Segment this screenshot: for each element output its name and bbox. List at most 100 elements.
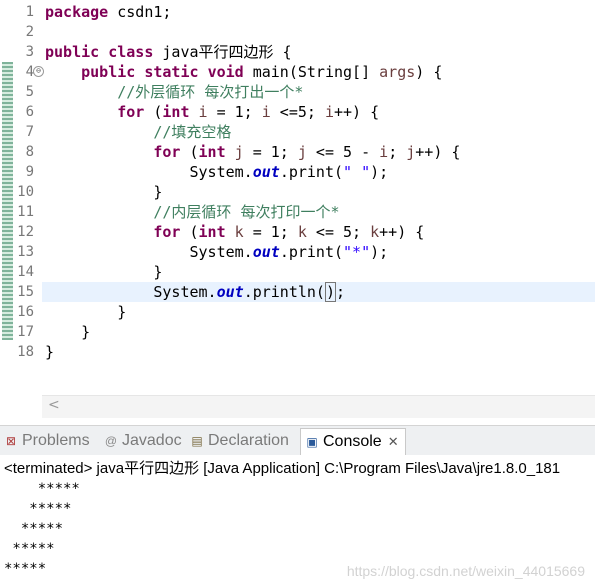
code-token: j xyxy=(297,143,307,161)
tab-label: Javadoc xyxy=(122,432,182,449)
code-token: ; xyxy=(336,283,346,301)
code-line: System.out.println(); xyxy=(45,282,345,302)
javadoc-icon: @ xyxy=(104,434,118,448)
code-editor[interactable]: 1 2 3 4 5 6 7 8 9 10 11 12 13 14 15 16 17 18 package csdn… xyxy=(0,0,595,420)
code-token: } xyxy=(45,343,55,361)
code-token: csdn1; xyxy=(108,3,172,21)
code-token: main(String[] xyxy=(243,63,380,81)
line-number: 14 xyxy=(17,264,34,280)
console-view[interactable]: <terminated> java平行四边形 [Java Application… xyxy=(0,455,595,587)
code-token: ++) { xyxy=(334,103,380,121)
code-token: void xyxy=(207,63,244,81)
code-token: java平行四边形 { xyxy=(153,43,292,61)
code-token: ) { xyxy=(415,63,443,81)
line-number: 5 xyxy=(25,84,34,100)
code-token: ); xyxy=(370,163,389,181)
code-line: package csdn1; xyxy=(45,2,171,22)
line-number: 15 xyxy=(17,284,34,300)
watermark: https://blog.csdn.net/weixin_44015669 xyxy=(346,563,585,579)
line-number: 18 xyxy=(17,344,34,360)
code-line: } xyxy=(45,342,54,362)
code-token: ( xyxy=(180,223,199,241)
line-number: 1 xyxy=(25,4,34,20)
code-token: ( xyxy=(180,143,199,161)
console-output-line: ***** xyxy=(4,541,55,557)
tab-label: Console xyxy=(323,433,382,450)
code-token: //内层循环 每次打印一个* xyxy=(153,203,340,221)
code-token: args xyxy=(379,63,416,81)
code-token: = 1; xyxy=(207,103,262,121)
line-number: 6 xyxy=(25,104,34,120)
code-token: ); xyxy=(370,243,389,261)
tab-javadoc[interactable]: @ Javadoc xyxy=(104,430,182,452)
console-output-line: ***** xyxy=(4,561,47,577)
code-token: = 1; xyxy=(243,143,298,161)
code-token: k xyxy=(370,223,380,241)
code-line: for (int i = 1; i <=5; i++) { xyxy=(45,102,379,122)
code-token: i xyxy=(261,103,271,121)
line-number: 10 xyxy=(17,184,34,200)
declaration-icon: ▤ xyxy=(191,434,203,448)
code-token: ) xyxy=(324,282,336,302)
code-token: int xyxy=(198,143,226,161)
fold-collapse-icon[interactable]: ⊖ xyxy=(33,66,44,77)
code-line: System.out.print("*"); xyxy=(45,242,388,262)
code-line: } xyxy=(45,262,162,282)
line-number: 16 xyxy=(17,304,34,320)
code-line: for (int k = 1; k <= 5; k++) { xyxy=(45,222,424,242)
code-token: class xyxy=(108,43,154,61)
code-token: int xyxy=(198,223,226,241)
console-output-line: ***** xyxy=(4,521,64,537)
code-token: out xyxy=(252,163,280,181)
line-number: 13 xyxy=(17,244,34,260)
code-token: System. xyxy=(45,243,253,261)
code-token: public xyxy=(81,63,136,81)
code-line: //填充空格 xyxy=(45,122,231,142)
code-token: ( xyxy=(144,103,163,121)
tab-label: Problems xyxy=(22,432,90,449)
horizontal-scrollbar[interactable]: < xyxy=(42,395,595,418)
code-line: System.out.print(" "); xyxy=(45,162,388,182)
code-line: //内层循环 每次打印一个* xyxy=(45,202,340,222)
line-number: 11 xyxy=(17,204,34,220)
line-number: 8 xyxy=(25,144,34,160)
console-status: <terminated> java平行四边形 [Java Application… xyxy=(4,460,561,477)
code-line: //外层循环 每次打出一个* xyxy=(45,82,303,102)
code-token: k xyxy=(234,223,244,241)
tab-console[interactable]: ▣ Console ✕ xyxy=(300,428,406,455)
line-number: 12 xyxy=(17,224,34,240)
code-line: } xyxy=(45,322,90,342)
view-tab-bar: ⊠ Problems @ Javadoc ▤ Declaration ▣ Console… xyxy=(0,425,595,455)
code-token: package xyxy=(45,3,109,21)
code-token: for xyxy=(117,103,145,121)
code-line: public static void main(String[] args) { xyxy=(45,62,442,82)
problems-icon: ⊠ xyxy=(5,434,17,448)
console-output-line: ***** xyxy=(4,501,72,517)
line-number: 2 xyxy=(25,24,34,40)
code-token: "*" xyxy=(343,243,371,261)
close-icon[interactable]: ✕ xyxy=(388,434,399,449)
tab-problems[interactable]: ⊠ Problems xyxy=(4,430,90,452)
code-token: <= 5 - xyxy=(306,143,380,161)
code-token: .print( xyxy=(279,243,344,261)
code-token: } xyxy=(45,323,91,341)
tab-declaration[interactable]: ▤ Declaration xyxy=(190,430,289,452)
code-token: //填充空格 xyxy=(153,123,232,141)
code-line: public class java平行四边形 { xyxy=(45,42,292,62)
line-number: 17 xyxy=(17,324,34,340)
code-token: for xyxy=(153,223,181,241)
code-token: k xyxy=(297,223,307,241)
scroll-left-icon[interactable]: < xyxy=(48,397,60,413)
code-token: ; xyxy=(388,143,407,161)
